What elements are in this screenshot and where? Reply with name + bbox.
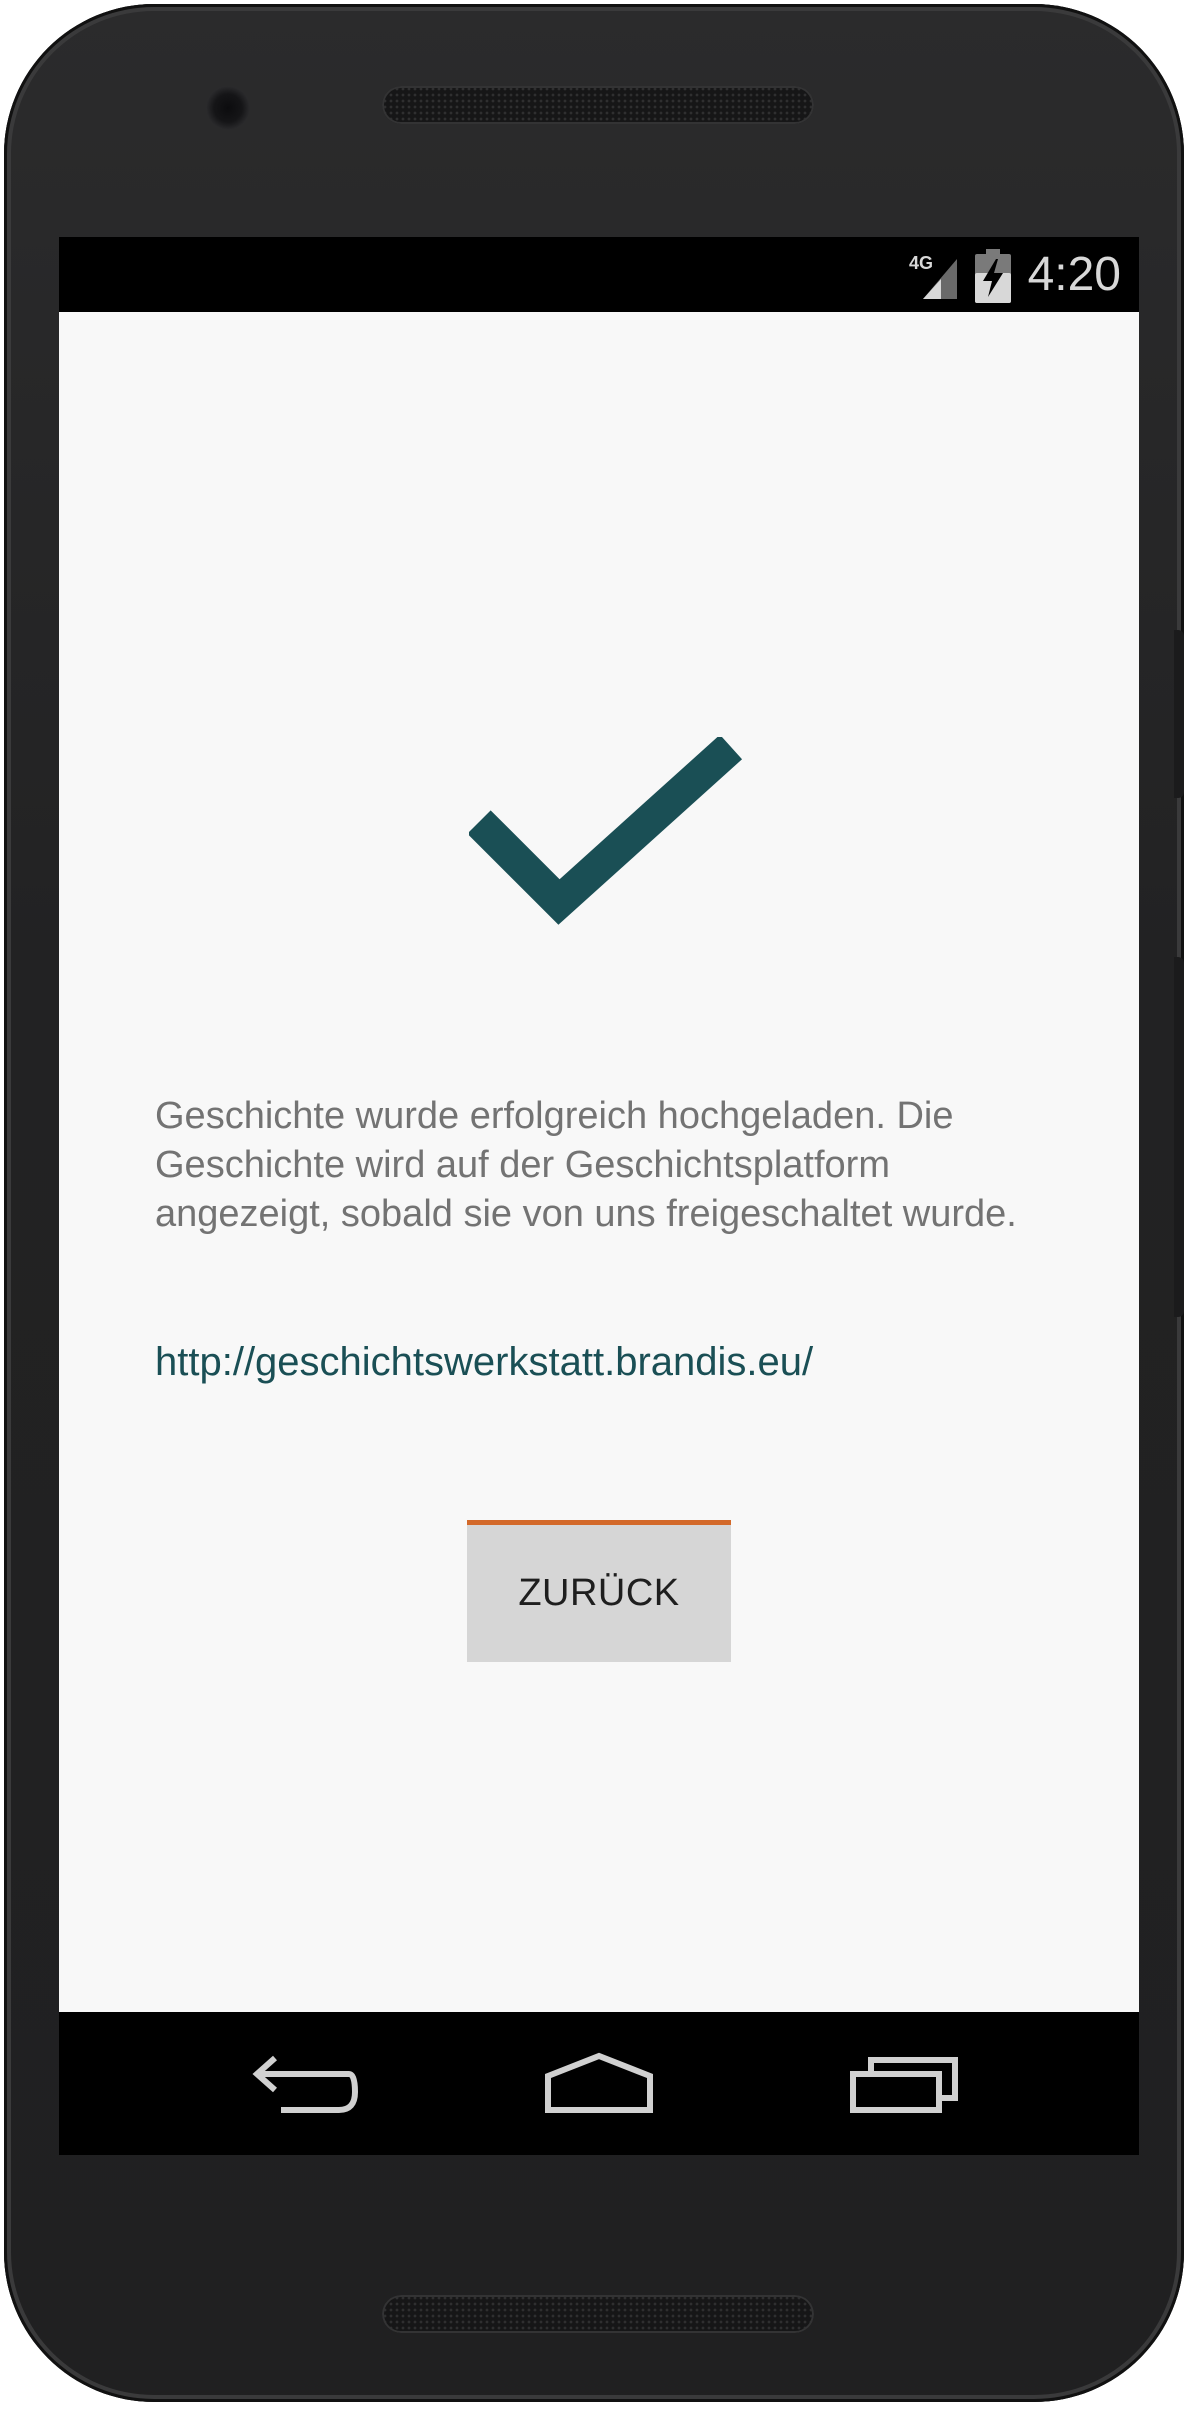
bottom-speaker [382,2295,814,2333]
screen: 4G 4:20 Geschichte wurde erfolgreich hoc… [59,237,1139,2155]
status-time: 4:20 [1027,248,1121,301]
home-icon[interactable] [544,2052,654,2116]
volume-button [1174,957,1184,1317]
success-message: Geschichte wurde erfolgreich hochgeladen… [155,1095,1017,1235]
battery-icon [975,249,1011,303]
earpiece-speaker [382,86,814,124]
status-bar: 4G 4:20 [59,237,1139,312]
phone-frame: 4G 4:20 Geschichte wurde erfolgreich hoc… [4,4,1184,2402]
upload-success-screen: Geschichte wurde erfolgreich hochgeladen… [59,312,1139,2012]
back-button[interactable]: ZURÜCK [467,1520,731,1662]
navigation-bar [59,2012,1139,2155]
checkmark-icon [469,737,743,925]
back-icon[interactable] [249,2052,359,2116]
front-camera [206,86,250,130]
signal-icon: 4G [909,253,957,299]
platform-link[interactable]: http://geschichtswerkstatt.brandis.eu/ [155,1337,813,1387]
recents-icon[interactable] [849,2052,959,2116]
power-button [1174,630,1184,798]
network-type-label: 4G [909,253,933,273]
